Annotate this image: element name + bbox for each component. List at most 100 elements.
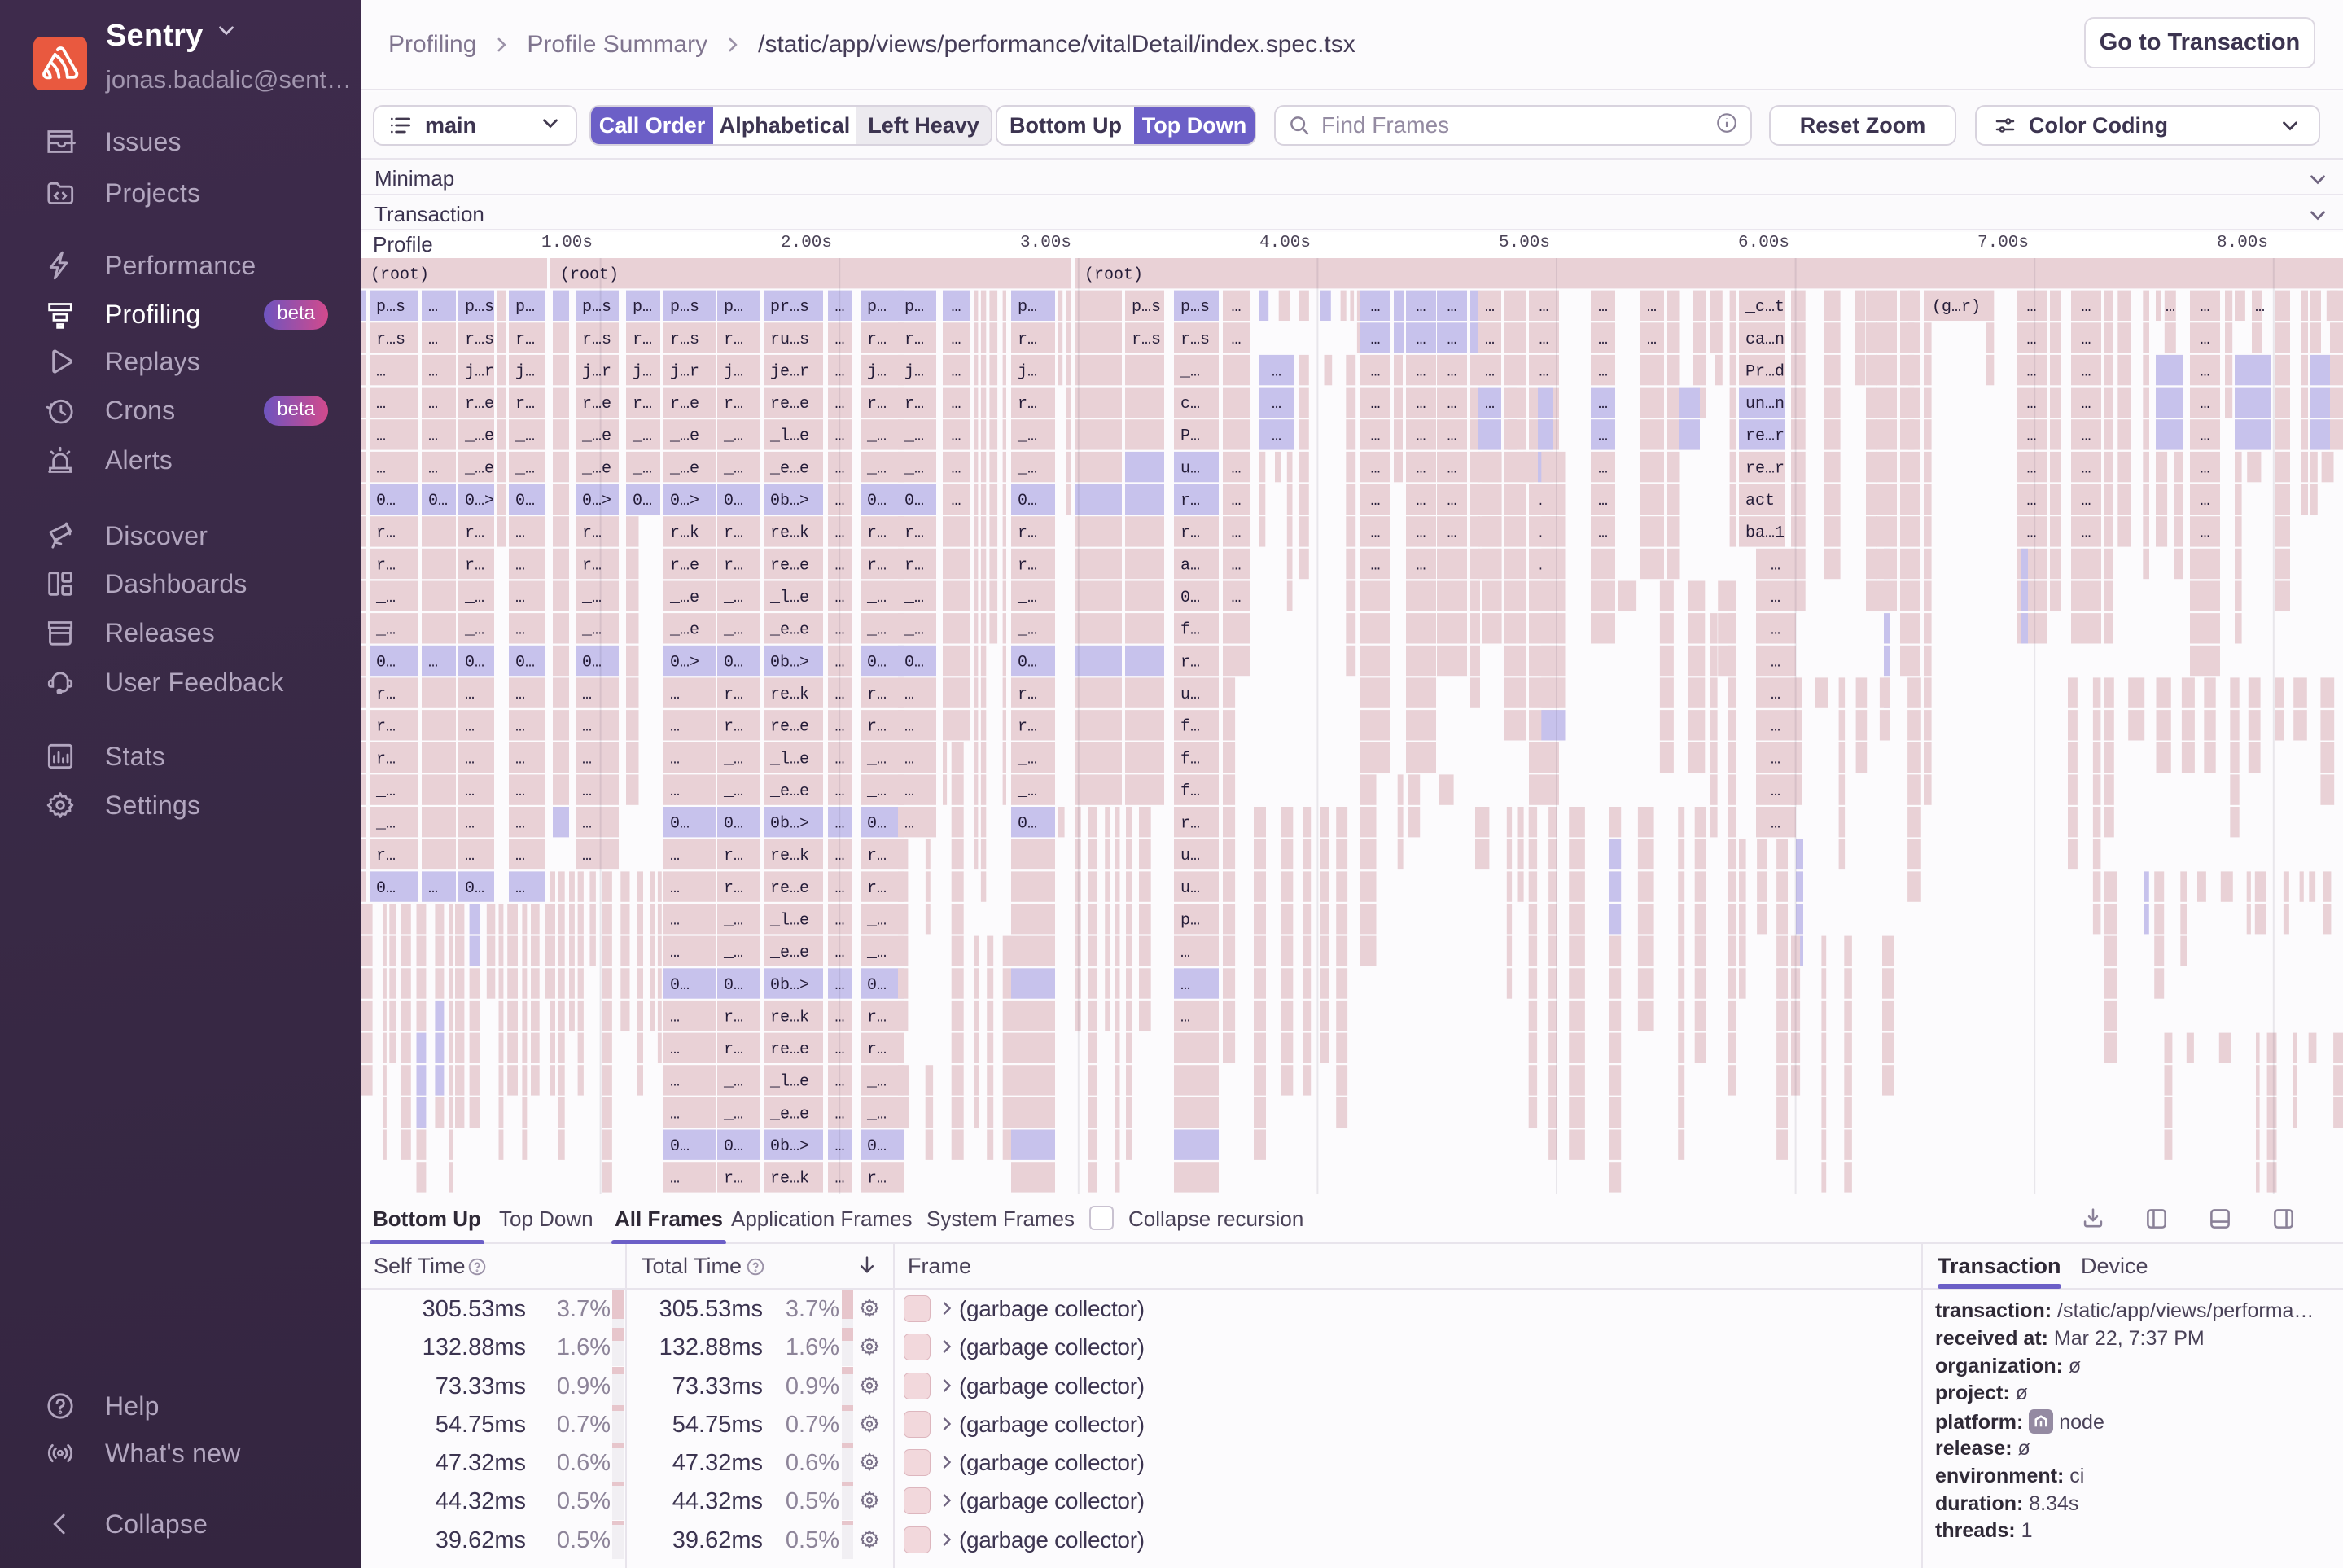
svg-text:…: … <box>670 1073 680 1092</box>
svg-text:act: act <box>1745 492 1775 510</box>
svg-text:j…: j… <box>515 362 535 381</box>
svg-text:…: … <box>1232 556 1242 575</box>
svg-text:r…: r… <box>376 524 396 543</box>
svg-text:0b…>: 0b…> <box>770 1137 809 1156</box>
svg-text:r…: r… <box>724 1040 743 1059</box>
svg-text:…: … <box>515 718 525 737</box>
svg-text:_…: _… <box>632 427 652 446</box>
svg-text:_…: _… <box>581 589 602 607</box>
svg-text:…: … <box>1598 362 1608 381</box>
svg-text:j…: j… <box>904 362 924 381</box>
svg-text:r…: r… <box>515 395 535 414</box>
svg-text:p…: p… <box>1180 912 1200 931</box>
svg-text:0…: 0… <box>867 976 887 995</box>
svg-text:…: … <box>515 589 525 607</box>
svg-text:…: … <box>515 847 525 865</box>
svg-text:_…e: _…e <box>581 427 611 446</box>
svg-text:…: … <box>904 718 914 737</box>
svg-text:…: … <box>515 524 525 543</box>
svg-text:_…e: _…e <box>669 621 699 640</box>
svg-text:…: … <box>1371 331 1381 349</box>
svg-text:…: … <box>1371 362 1381 381</box>
svg-text:f…: f… <box>1180 750 1200 769</box>
svg-text:…: … <box>1447 362 1457 381</box>
svg-text:(g…r): (g…r) <box>1932 298 1981 317</box>
svg-text:Pr…d: Pr…d <box>1745 362 1785 381</box>
svg-text:…: … <box>1771 750 1780 769</box>
svg-text:…: … <box>2082 362 2091 381</box>
svg-text:j…: j… <box>724 362 743 381</box>
svg-text:…: … <box>1232 492 1242 510</box>
svg-text:r…: r… <box>376 750 396 769</box>
svg-text:p…: p… <box>633 298 652 317</box>
svg-text:0…: 0… <box>465 879 484 898</box>
svg-text:…: … <box>515 815 525 834</box>
svg-text:…: … <box>670 685 680 704</box>
svg-text:r…: r… <box>904 524 924 543</box>
svg-text:r…: r… <box>376 556 396 575</box>
svg-text:…: … <box>582 815 592 834</box>
svg-text:…: … <box>1417 362 1426 381</box>
svg-text:…: … <box>670 1105 680 1123</box>
svg-text:…: … <box>1771 589 1780 607</box>
svg-text:…: … <box>376 395 386 414</box>
svg-text:_…: _… <box>723 1105 743 1123</box>
svg-text:…: … <box>1647 298 1657 317</box>
svg-text:_…: _… <box>866 621 887 640</box>
svg-text:0…: 0… <box>1018 653 1037 672</box>
svg-text:…: … <box>670 944 680 962</box>
svg-text:0…: 0… <box>428 492 448 510</box>
svg-text:…: … <box>428 653 438 672</box>
svg-text:…: … <box>428 879 438 898</box>
svg-text:u…: u… <box>1180 685 1200 704</box>
svg-text:…: … <box>428 298 438 317</box>
svg-text:…: … <box>2082 524 2091 543</box>
svg-text:_…: _… <box>1017 459 1037 478</box>
svg-text:r…: r… <box>633 395 652 414</box>
svg-text:r…: r… <box>515 331 535 349</box>
svg-text:…: … <box>465 718 475 737</box>
svg-text:…: … <box>465 782 475 801</box>
svg-text:r…: r… <box>904 556 924 575</box>
svg-text:…: … <box>1417 298 1426 317</box>
svg-text:r…: r… <box>724 395 743 414</box>
svg-text:…: … <box>1771 685 1780 704</box>
svg-text:r…e: r…e <box>465 395 494 414</box>
svg-text:0…>: 0…> <box>670 492 699 510</box>
svg-text:p…: p… <box>904 298 924 317</box>
svg-text:0…: 0… <box>376 653 396 672</box>
svg-text:p…: p… <box>1018 298 1037 317</box>
svg-text:_…: _… <box>464 589 484 607</box>
svg-text:…: … <box>2082 298 2091 317</box>
svg-text:…: … <box>582 847 592 865</box>
svg-text:_…: _… <box>866 750 887 769</box>
svg-text:_…: _… <box>723 1073 743 1092</box>
svg-text:re…k: re…k <box>770 1170 809 1189</box>
svg-text:j…r: j…r <box>465 362 494 381</box>
svg-text:…: … <box>1447 427 1457 446</box>
svg-text:_…: _… <box>904 621 924 640</box>
svg-text:ba…1: ba…1 <box>1745 524 1785 543</box>
svg-text:r…s: r…s <box>376 331 405 349</box>
svg-text:0…: 0… <box>670 1137 690 1156</box>
svg-text:…: … <box>1447 459 1457 478</box>
svg-text:_…: _… <box>375 815 396 834</box>
svg-text:…: … <box>952 362 961 381</box>
svg-text:…: … <box>1447 492 1457 510</box>
svg-text:j…r: j…r <box>670 362 699 381</box>
svg-text:…: … <box>1371 524 1381 543</box>
svg-text:…: … <box>1371 556 1381 575</box>
svg-text:r…: r… <box>633 331 652 349</box>
svg-text:…: … <box>465 815 475 834</box>
svg-text:p…s: p…s <box>1132 298 1161 317</box>
svg-text:0…: 0… <box>633 492 652 510</box>
svg-text:…: … <box>952 492 961 510</box>
svg-text:r…: r… <box>867 1008 887 1027</box>
svg-text:…: … <box>1371 298 1381 317</box>
svg-text:…: … <box>1417 427 1426 446</box>
svg-text:r…: r… <box>904 395 924 414</box>
svg-text:r…: r… <box>724 1008 743 1027</box>
svg-text:…: … <box>428 331 438 349</box>
svg-text:…: … <box>1417 395 1426 414</box>
svg-text:…: … <box>1447 395 1457 414</box>
